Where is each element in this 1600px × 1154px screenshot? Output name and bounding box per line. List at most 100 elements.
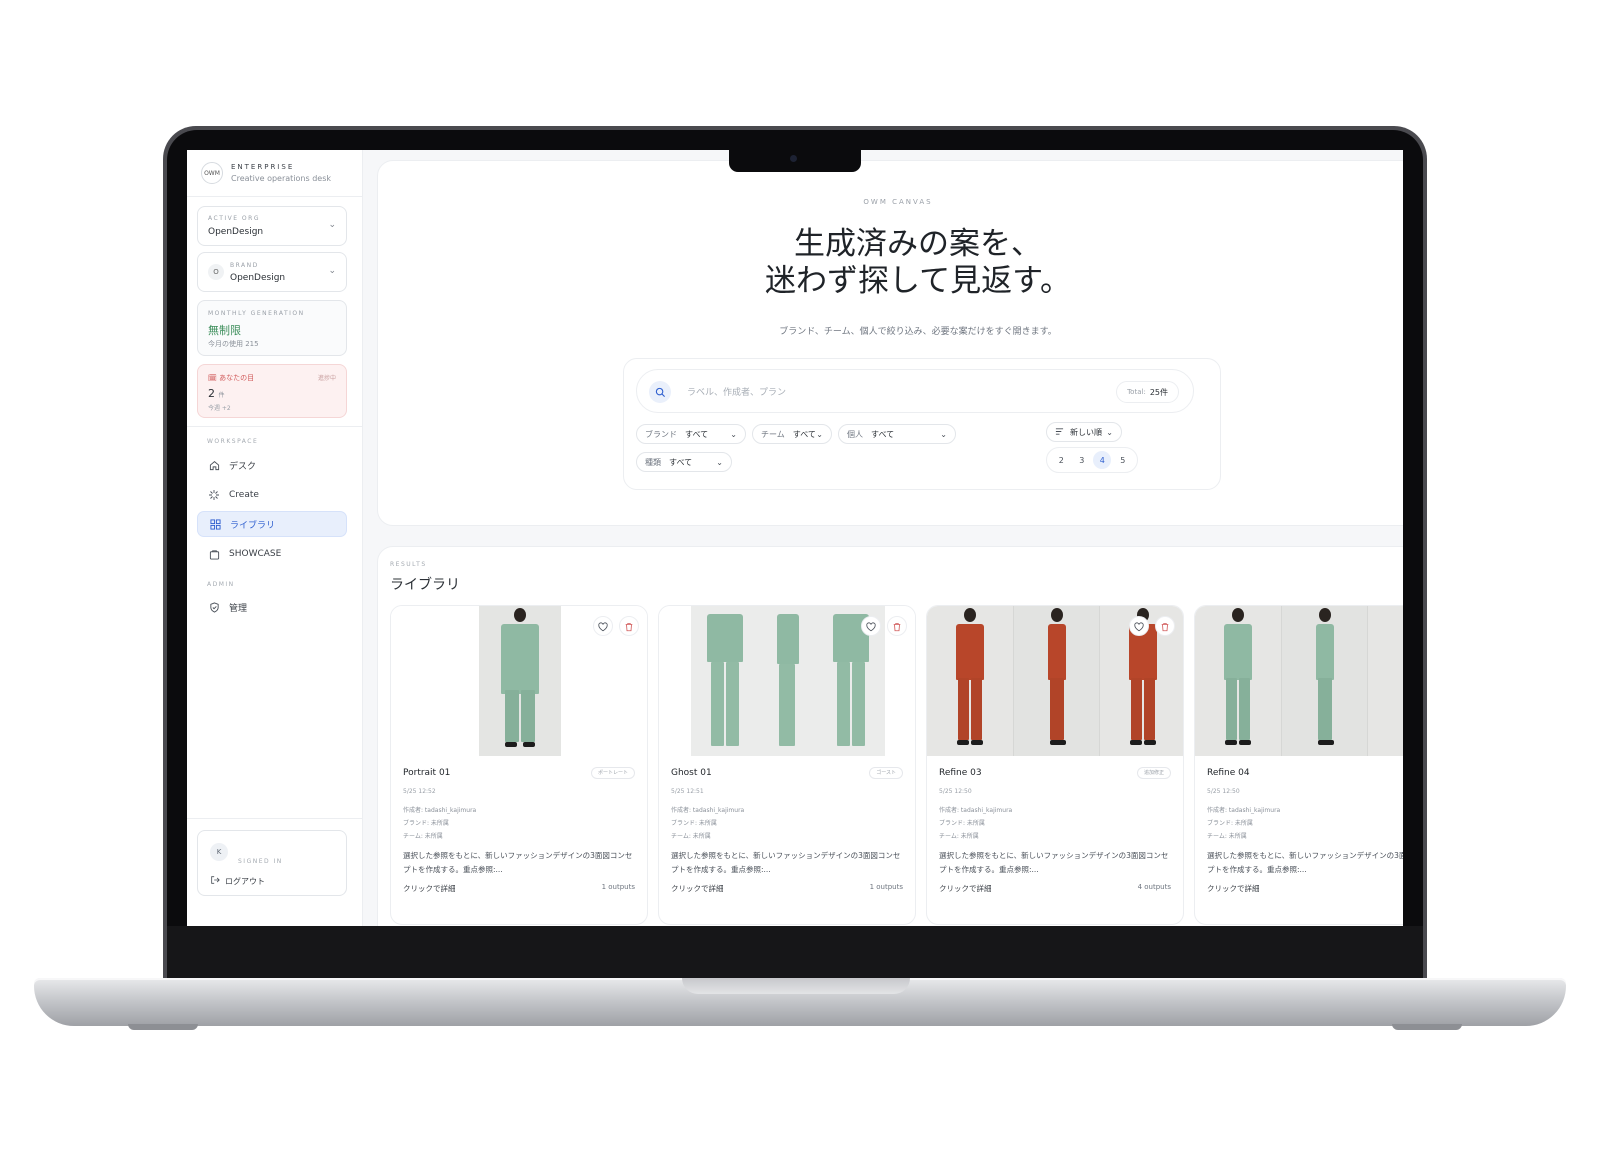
card-date: 5/25 12:52	[403, 788, 436, 795]
library-card-refine-03[interactable]: Refine 03 追加修正 5/25 12:50 作成者: tadashi_k…	[926, 605, 1184, 925]
card-brand: ブランド: 未所属	[403, 820, 449, 827]
team-filter-label: チーム	[761, 429, 785, 439]
trash-icon	[1160, 617, 1170, 636]
library-card-portrait-01[interactable]: Portrait 01 ポートレート 5/25 12:52 作成者: tadas…	[390, 605, 648, 925]
type-filter-label: 種類	[645, 457, 661, 467]
shield-icon	[207, 600, 221, 614]
divider	[187, 818, 363, 819]
hero-title-line-2: 迷わず探して見返す。	[765, 263, 1071, 299]
chevron-down-icon: ⌄	[816, 429, 823, 439]
model-photo-front	[927, 606, 1013, 756]
logout-button[interactable]: ログアウト	[210, 875, 265, 887]
card-thumbnail	[1195, 606, 1403, 756]
active-org-select[interactable]: ACTIVE ORG OpenDesign ⌄	[197, 206, 347, 246]
due-label: 🗓 あなたの目	[208, 374, 255, 382]
team-filter-select[interactable]: チーム すべて ⌄	[752, 424, 832, 444]
laptop-foot-right	[1392, 1024, 1462, 1030]
card-creator: 作成者: tadashi_kajimura	[403, 807, 477, 814]
card-title: Refine 04	[1207, 768, 1250, 778]
chevron-down-icon: ⌄	[716, 457, 723, 467]
model-figure	[499, 608, 541, 748]
active-org-value: OpenDesign	[208, 227, 264, 237]
search-input[interactable]: ラベル、作成者、プラン Total: 25件	[636, 369, 1194, 413]
team-filter-value: すべて	[792, 429, 816, 439]
card-detail-link[interactable]: クリックで詳細	[403, 883, 456, 894]
card-team: チーム: 未所属	[939, 833, 979, 840]
person-filter-value: すべて	[871, 429, 895, 439]
due-card[interactable]: 🗓 あなたの目 進捗中 2 件 今週 +2	[197, 364, 347, 418]
model-photo-side	[1281, 606, 1367, 756]
type-filter-select[interactable]: 種類 すべて ⌄	[636, 452, 732, 472]
card-badge: ポートレート	[590, 767, 635, 779]
trash-icon	[892, 617, 902, 636]
page-button-5[interactable]: 5	[1114, 451, 1132, 469]
total-value: 25件	[1149, 387, 1168, 397]
sort-select[interactable]: 新しい順 ⌄	[1046, 422, 1122, 442]
page-button-4-current[interactable]: 4	[1093, 451, 1112, 469]
delete-button[interactable]	[1155, 616, 1175, 636]
camera-icon	[790, 155, 797, 162]
library-card-refine-04[interactable]: Refine 04 5/25 12:50 作成者: tadashi_kajimu…	[1194, 605, 1403, 925]
card-detail-link[interactable]: クリックで詳細	[671, 883, 724, 894]
card-description: 選択した参照をもとに、新しいファッションデザインの3面図コンセプトを作成する。重…	[671, 851, 901, 874]
chevron-down-icon: ⌄	[940, 429, 947, 439]
favorite-button[interactable]	[861, 616, 881, 636]
delete-button[interactable]	[619, 616, 639, 636]
card-title: Ghost 01	[671, 768, 712, 778]
monthly-generation-card: MONTHLY GENERATION 無制限 今月の使用 215	[197, 300, 347, 356]
favorite-button[interactable]	[1129, 616, 1149, 636]
chevron-down-icon: ⌄	[328, 266, 336, 276]
library-card-ghost-01[interactable]: Ghost 01 ゴースト 5/25 12:51 作成者: tadashi_ka…	[658, 605, 916, 925]
nav-item-admin[interactable]: 管理	[197, 594, 347, 620]
page-button-3[interactable]: 3	[1073, 451, 1091, 469]
app-screen: OWM ENTERPRISE Creative operations desk …	[187, 150, 1403, 926]
brand-select[interactable]: O BRAND OpenDesign ⌄	[197, 252, 347, 292]
camera-notch	[729, 148, 861, 172]
model-photo-back	[1367, 606, 1403, 756]
card-badge: ゴースト	[869, 767, 903, 779]
signed-in-card: K SIGNED IN ログアウト	[197, 830, 347, 896]
brand-label: BRAND	[230, 262, 259, 269]
grid-icon	[208, 517, 222, 531]
due-sub: 今週 +2	[208, 405, 231, 412]
total-count-badge: Total: 25件	[1116, 381, 1179, 403]
bag-icon	[207, 547, 221, 561]
delete-button[interactable]	[887, 616, 907, 636]
portrait-photo	[479, 606, 561, 756]
nav-item-library[interactable]: ライブラリ	[197, 511, 347, 537]
card-detail-link[interactable]: クリックで詳細	[1207, 883, 1260, 894]
search-placeholder: ラベル、作成者、プラン	[687, 388, 787, 398]
signed-in-label: SIGNED IN	[238, 858, 283, 865]
search-icon	[649, 381, 671, 403]
card-brand: ブランド: 未所属	[671, 820, 717, 827]
logout-label: ログアウト	[225, 876, 265, 886]
laptop-bottom-bezel	[167, 926, 1423, 980]
card-thumbnail	[391, 606, 647, 756]
ghost-flatlay-photo	[691, 606, 885, 756]
active-org-label: ACTIVE ORG	[208, 215, 260, 222]
monthly-usage: 今月の使用 215	[208, 340, 259, 348]
person-filter-select[interactable]: 個人 すべて ⌄	[838, 424, 956, 444]
due-unit: 件	[218, 392, 225, 399]
nav-item-desk[interactable]: デスク	[197, 452, 347, 478]
monthly-generation-value: 無制限	[208, 324, 241, 337]
card-creator: 作成者: tadashi_kajimura	[1207, 807, 1281, 814]
brand-filter-select[interactable]: ブランド すべて ⌄	[636, 424, 746, 444]
card-date: 5/25 12:50	[1207, 788, 1240, 795]
workspace-section-label: WORKSPACE	[207, 438, 259, 445]
total-label: Total	[1127, 388, 1144, 396]
nav-item-create[interactable]: Create	[197, 482, 347, 508]
hero-panel: OWM CANVAS 生成済みの案を、 迷わず探して見返す。 ブランド、チーム、…	[377, 160, 1403, 526]
admin-section-label: ADMIN	[207, 581, 235, 588]
heart-icon	[598, 617, 608, 636]
card-brand: ブランド: 未所属	[939, 820, 985, 827]
favorite-button[interactable]	[593, 616, 613, 636]
nav-item-label: デスク	[229, 461, 257, 472]
logout-icon	[210, 875, 220, 887]
page-button-2[interactable]: 2	[1052, 451, 1070, 469]
chevron-down-icon: ⌄	[328, 220, 336, 230]
results-panel: RESULTS ライブラリ Portrait 01 ポートレート 5/25 12…	[377, 546, 1403, 926]
card-title: Refine 03	[939, 768, 982, 778]
nav-item-showcase[interactable]: SHOWCASE	[197, 541, 347, 567]
card-detail-link[interactable]: クリックで詳細	[939, 883, 992, 894]
